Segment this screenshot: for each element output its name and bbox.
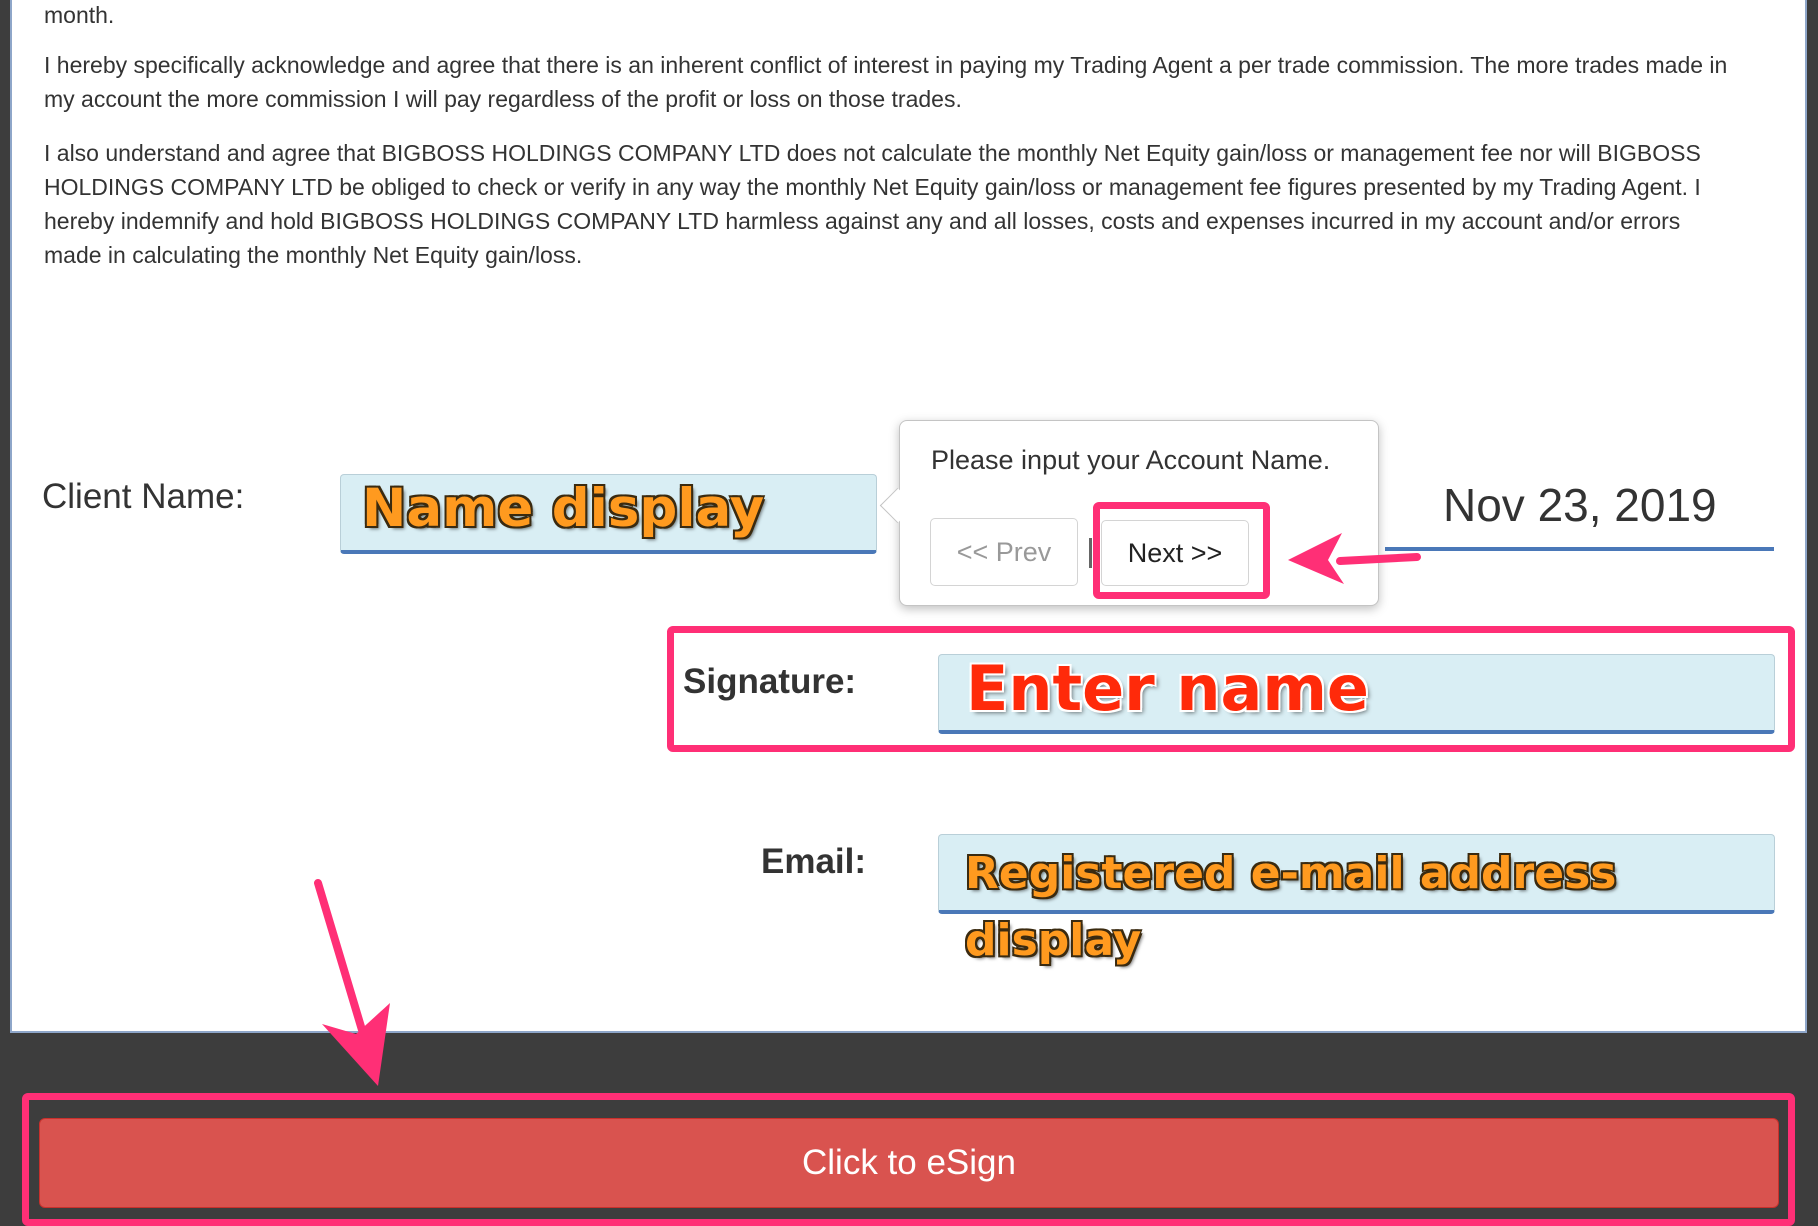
esign-button[interactable]: Click to eSign <box>39 1118 1779 1208</box>
email-display-annotation-line2: display <box>965 915 1142 966</box>
signing-date: Nov 23, 2019 <box>1443 479 1717 531</box>
agreement-text-fragment: month. <box>44 2 115 28</box>
email-display-annotation-line1: Registered e-mail address <box>965 848 1617 899</box>
prev-button[interactable]: << Prev <box>930 518 1078 586</box>
name-display-annotation: Name display <box>362 478 765 539</box>
indemnity-paragraph: I also understand and agree that BIGBOSS… <box>44 140 1701 268</box>
client-name-label: Client Name: <box>42 477 245 516</box>
popover-button-separator <box>1089 538 1092 568</box>
email-label: Email: <box>761 842 867 881</box>
enter-name-annotation: Enter name <box>966 652 1369 725</box>
conflict-of-interest-paragraph: I hereby specifically acknowledge and ag… <box>44 52 1728 112</box>
signature-label: Signature: <box>683 662 857 701</box>
date-underline <box>1385 547 1774 551</box>
popover-message: Please input your Account Name. <box>931 445 1331 475</box>
next-button-highlight <box>1093 502 1270 599</box>
